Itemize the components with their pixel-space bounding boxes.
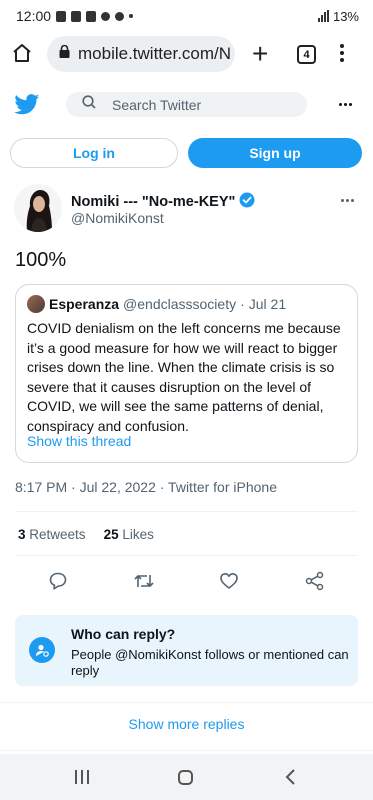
tweet-text: 100%: [15, 249, 67, 271]
browser-toolbar: mobile.twitter.com/N + 4: [0, 32, 373, 78]
notification-icon: [56, 10, 67, 22]
mention-user-icon: [29, 637, 55, 663]
retweets-stat[interactable]: 3 Retweets: [18, 527, 86, 542]
twitter-logo-icon[interactable]: [14, 94, 40, 120]
app-icon: [115, 11, 125, 21]
who-can-reply-title: Who can reply?: [71, 626, 176, 642]
quote-author-handle: @endclasssociety: [123, 296, 237, 312]
author-name-text: Nomiki --- "No-me-KEY": [71, 194, 236, 210]
recent-apps-icon[interactable]: [75, 770, 89, 784]
new-tab-button[interactable]: +: [252, 40, 268, 68]
tweet-actions: [48, 571, 338, 591]
quote-text: COVID denialism on the left concerns me …: [27, 320, 341, 434]
tweet-stats: 3 Retweets 25 Likes: [18, 527, 154, 542]
home-nav-icon[interactable]: [178, 770, 193, 785]
gallery-icon: [86, 10, 97, 22]
status-time: 12:00: [16, 8, 52, 24]
retweets-count: 3: [18, 527, 26, 542]
twitter-header: Search Twitter: [0, 80, 373, 128]
show-more-replies-link[interactable]: Show more replies: [0, 716, 373, 732]
share-icon[interactable]: [305, 571, 325, 596]
who-can-reply-description: People @NomikiKonst follows or mentioned…: [71, 647, 349, 678]
likes-count: 25: [103, 527, 119, 542]
divider: [15, 555, 358, 556]
status-right: 13%: [317, 8, 359, 24]
system-navigation-bar: [0, 754, 373, 800]
like-icon[interactable]: [219, 571, 239, 596]
author-avatar[interactable]: [14, 184, 62, 232]
lock-icon: [59, 44, 70, 63]
url-text: mobile.twitter.com/N: [78, 44, 232, 63]
retweet-icon[interactable]: [133, 571, 155, 596]
likes-label: Likes: [122, 527, 154, 542]
quote-separator: ·: [240, 296, 245, 312]
t-mobile-icon: [71, 10, 82, 22]
quote-tweet-card[interactable]: Esperanza @endclasssociety · Jul 21 COVI…: [15, 284, 358, 463]
status-left: 12:00: [16, 8, 134, 24]
retweets-label: Retweets: [29, 527, 86, 542]
quote-header: Esperanza @endclasssociety · Jul 21: [27, 295, 286, 313]
more-options-icon[interactable]: [339, 103, 352, 106]
signup-button[interactable]: Sign up: [188, 138, 362, 168]
browser-menu-icon[interactable]: [340, 44, 344, 62]
who-can-reply-box: Who can reply? People @NomikiKonst follo…: [15, 615, 358, 686]
home-icon[interactable]: [12, 43, 32, 68]
tab-switcher-button[interactable]: 4: [297, 45, 316, 64]
divider: [0, 750, 373, 751]
tweet-more-icon[interactable]: [341, 199, 354, 202]
reply-icon[interactable]: [48, 571, 68, 596]
status-bar: 12:00 13%: [0, 0, 373, 32]
search-icon: [82, 95, 96, 114]
search-input[interactable]: Search Twitter: [66, 92, 307, 117]
settings-icon: [101, 11, 111, 21]
login-button[interactable]: Log in: [10, 138, 178, 168]
back-icon[interactable]: [284, 768, 296, 791]
quote-avatar: [27, 295, 45, 313]
verified-badge-icon: [239, 192, 255, 212]
address-bar[interactable]: mobile.twitter.com/N: [47, 36, 235, 72]
search-placeholder: Search Twitter: [112, 96, 202, 113]
more-notifications-icon: [129, 14, 134, 18]
battery-level: 13%: [332, 8, 359, 24]
quote-author-name: Esperanza: [49, 296, 120, 312]
author-handle[interactable]: @NomikiKonst: [71, 210, 164, 226]
divider: [0, 702, 373, 703]
signal-icon: [317, 10, 329, 22]
author-name[interactable]: Nomiki --- "No-me-KEY": [71, 192, 255, 212]
show-thread-link[interactable]: Show this thread: [27, 433, 131, 449]
tweet-timestamp[interactable]: 8:17 PM · Jul 22, 2022 · Twitter for iPh…: [15, 479, 277, 495]
quote-date: Jul 21: [248, 296, 287, 312]
divider: [15, 511, 358, 512]
likes-stat[interactable]: 25 Likes: [104, 527, 154, 542]
